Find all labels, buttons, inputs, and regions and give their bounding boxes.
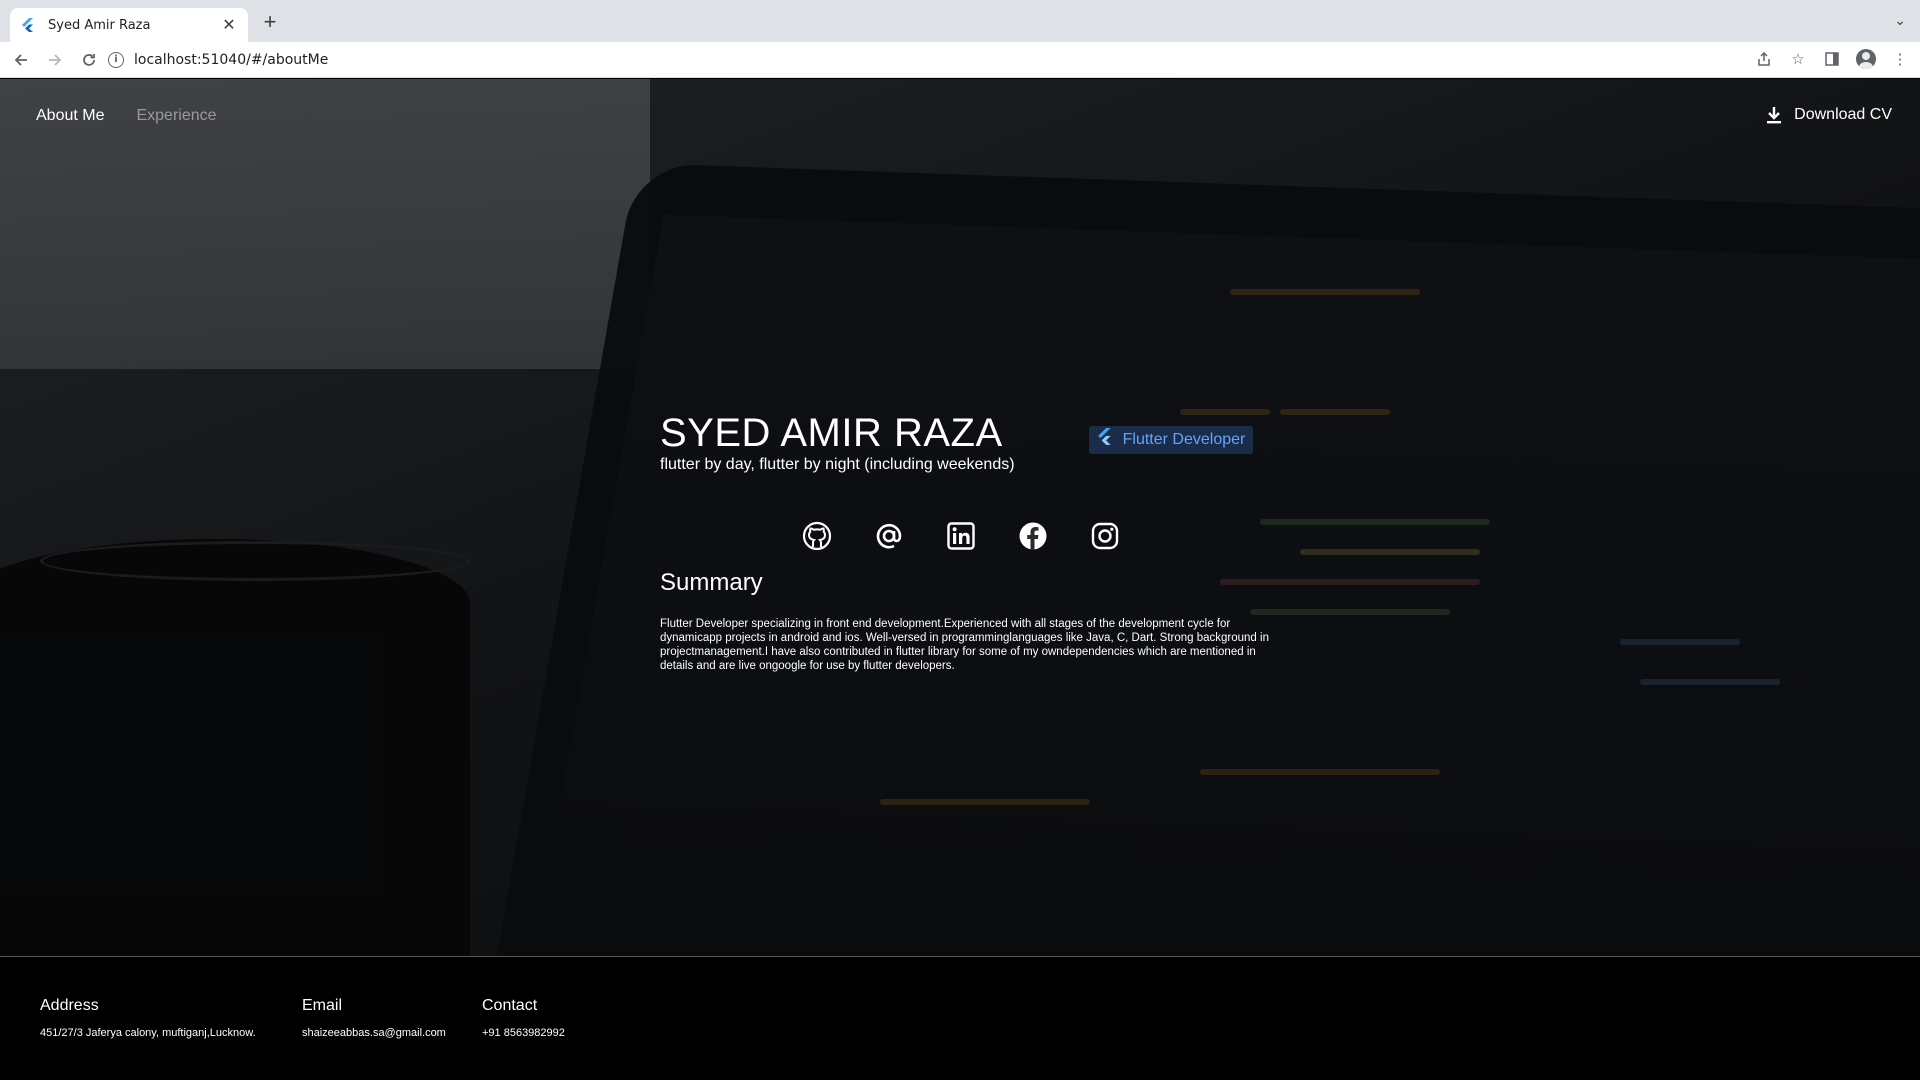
back-button[interactable] xyxy=(8,47,34,73)
download-cv-button[interactable]: Download CV xyxy=(1764,105,1892,125)
browser-tab-bar: Syed Amir Raza ✕ + ⌄ xyxy=(0,0,1920,42)
share-icon[interactable] xyxy=(1752,47,1776,71)
footer-contact-value[interactable]: +91 8563982992 xyxy=(482,1027,565,1039)
role-chip: Flutter Developer xyxy=(1088,425,1254,454)
profile-content: SYED AMIR RAZA Flutter Developer flutter… xyxy=(660,411,1280,672)
kebab-menu-icon[interactable]: ⋮ xyxy=(1888,47,1912,71)
footer-address: Address 451/27/3 Jaferya calony, muftiga… xyxy=(40,997,256,1039)
tagline: flutter by day, flutter by night (includ… xyxy=(660,456,1015,473)
summary-text: Flutter Developer specializing in front … xyxy=(660,618,1269,672)
linkedin-icon[interactable] xyxy=(944,519,978,553)
flutter-favicon-icon xyxy=(20,17,36,33)
download-cv-label: Download CV xyxy=(1794,106,1892,123)
profile-avatar-icon[interactable] xyxy=(1854,47,1878,71)
tab-search-chevron-icon[interactable]: ⌄ xyxy=(1894,12,1906,29)
flutter-logo-icon xyxy=(1097,428,1113,451)
url-text[interactable]: localhost:51040/#/aboutMe xyxy=(134,52,328,68)
footer-email-label: Email xyxy=(302,997,343,1014)
footer-address-value: 451/27/3 Jaferya calony, muftiganj,Luckn… xyxy=(40,1027,256,1039)
address-bar[interactable]: i localhost:51040/#/aboutMe xyxy=(108,46,1758,74)
footer-contact: Contact +91 8563982992 xyxy=(482,997,565,1039)
page: About Me Experience Download CV SYED AMI… xyxy=(0,79,1920,1080)
role-chip-label: Flutter Developer xyxy=(1122,430,1246,448)
download-icon xyxy=(1764,105,1784,125)
hero-section: About Me Experience Download CV SYED AMI… xyxy=(0,79,1920,956)
tab-title: Syed Amir Raza xyxy=(48,17,151,33)
browser-tab[interactable]: Syed Amir Raza ✕ xyxy=(10,8,248,42)
profile-name: SYED AMIR RAZA xyxy=(660,411,1003,455)
summary-heading: Summary xyxy=(660,569,763,596)
footer-email: Email shaizeeabbas.sa@gmail.com xyxy=(302,997,446,1039)
forward-button[interactable] xyxy=(42,47,68,73)
browser-toolbar: i localhost:51040/#/aboutMe ☆ ⋮ xyxy=(0,42,1920,78)
top-nav: About Me Experience xyxy=(36,107,217,125)
dark-overlay xyxy=(0,79,1920,956)
bookmark-star-icon[interactable]: ☆ xyxy=(1786,47,1810,71)
name-row: SYED AMIR RAZA Flutter Developer xyxy=(660,411,1280,456)
toolbar-actions: ☆ ⋮ xyxy=(1752,47,1912,71)
side-panel-icon[interactable] xyxy=(1820,47,1844,71)
footer-address-label: Address xyxy=(40,997,99,1014)
at-email-icon[interactable] xyxy=(872,519,906,553)
facebook-icon[interactable] xyxy=(1016,519,1050,553)
nav-experience[interactable]: Experience xyxy=(136,107,216,125)
new-tab-button[interactable]: + xyxy=(258,10,282,34)
close-tab-icon[interactable]: ✕ xyxy=(220,15,238,35)
instagram-icon[interactable] xyxy=(1088,519,1122,553)
footer-contact-label: Contact xyxy=(482,997,538,1014)
reload-button[interactable] xyxy=(76,47,102,73)
footer xyxy=(0,956,1920,1080)
github-icon[interactable] xyxy=(800,519,834,553)
footer-email-value[interactable]: shaizeeabbas.sa@gmail.com xyxy=(302,1027,446,1039)
social-links xyxy=(800,519,1122,553)
site-info-icon[interactable]: i xyxy=(108,52,124,68)
nav-about-me[interactable]: About Me xyxy=(36,107,104,125)
